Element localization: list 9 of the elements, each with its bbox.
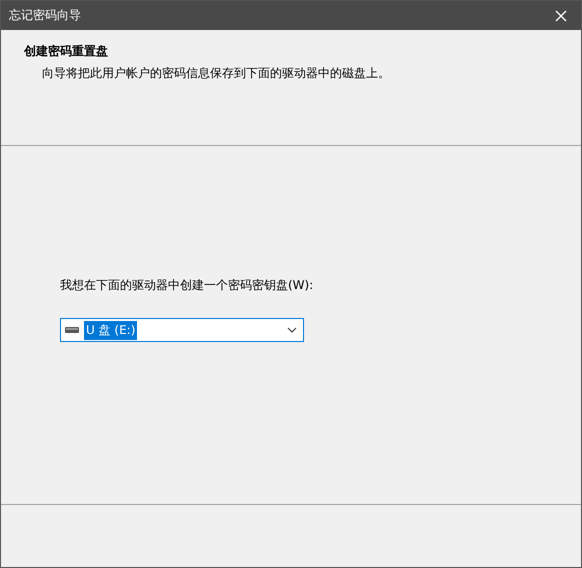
drive-dropdown[interactable]: U 盘 (E:) [60,318,304,342]
page-heading: 创建密码重置盘 [24,43,109,60]
close-icon [555,10,567,22]
chevron-down-icon [287,327,297,333]
selected-drive: U 盘 (E:) [84,320,138,340]
drive-icon [65,326,79,334]
window-title: 忘记密码向导 [9,7,81,24]
page-description: 向导将把此用户帐户的密码信息保存到下面的驱动器中的磁盘上。 [41,65,391,82]
drive-label: 我想在下面的驱动器中创建一个密码密钥盘(W): [60,277,314,294]
